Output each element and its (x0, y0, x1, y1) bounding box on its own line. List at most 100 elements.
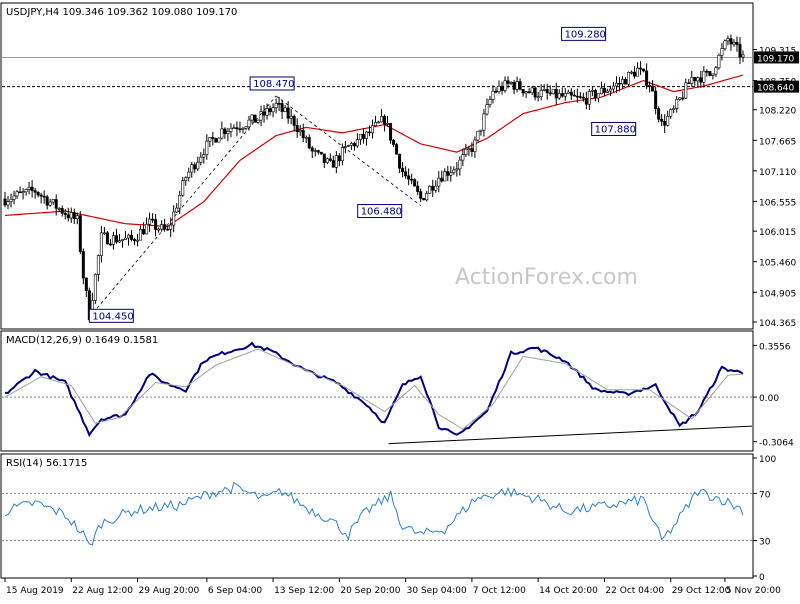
candle-body (599, 87, 603, 95)
candle-body (241, 127, 245, 130)
candle-body (223, 128, 227, 134)
candle-body (717, 54, 721, 69)
macd-axis-label: -0.3064 (759, 439, 794, 449)
candle-body (416, 185, 420, 192)
candle-body (506, 80, 510, 84)
candle-body (96, 255, 100, 275)
candle-body (527, 91, 531, 94)
candle-body (530, 87, 534, 94)
candle-body (705, 70, 709, 73)
candle-body (723, 40, 727, 49)
rsi-header: RSI(14) 56.1715 (6, 458, 87, 469)
candle-body (425, 193, 429, 201)
candle-body (346, 145, 350, 147)
candle-body (581, 96, 585, 99)
candle-body (518, 81, 522, 90)
candle-body (187, 171, 191, 178)
candle-body (69, 212, 73, 219)
macd-axis-label: 0.3556 (759, 342, 791, 352)
price-annotation-label: 106.480 (361, 207, 402, 218)
candle-body (602, 87, 606, 93)
candle-body (434, 185, 438, 191)
candle-body (72, 212, 76, 220)
candle-body (316, 150, 320, 153)
candle-body (51, 199, 55, 203)
price-axis-label: 104.905 (759, 289, 796, 299)
candle-body (621, 78, 625, 85)
x-axis-label: 13 Sep 12:00 (274, 586, 334, 596)
candle-body (377, 121, 381, 124)
price-axis-label: 106.015 (759, 228, 796, 238)
candle-body (563, 93, 567, 97)
candle-body (283, 107, 287, 112)
candle-body (370, 125, 374, 134)
candle-body (274, 103, 278, 108)
candle-body (367, 131, 371, 134)
candle-body (265, 108, 269, 116)
candle-body (732, 41, 736, 45)
price-annotation-label: 104.450 (92, 311, 133, 322)
macd-header: MACD(12,26,9) 0.1649 0.1581 (6, 335, 158, 346)
candle-body (548, 92, 552, 95)
candle-body (271, 107, 275, 113)
candle-body (63, 212, 67, 216)
price-axis-label: 104.365 (759, 319, 796, 329)
candle-body (642, 68, 646, 72)
candle-body (699, 77, 703, 83)
candle-body (262, 111, 266, 116)
candle-body (57, 208, 61, 210)
candle-body (419, 191, 423, 199)
candle-body (675, 99, 679, 109)
candle-body (684, 82, 688, 99)
candle-body (437, 177, 441, 187)
candle-body (322, 153, 326, 163)
candle-body (93, 274, 97, 301)
candle-body (509, 82, 513, 84)
candle-body (361, 134, 365, 139)
usdjpy-chart: ActionForex.com 104.450 108.470 106.480 109… (0, 0, 800, 600)
candle-body (232, 127, 236, 129)
candle-body (325, 158, 329, 163)
x-axis-label: 6 Sep 04:00 (208, 586, 263, 596)
candle-body (292, 115, 296, 126)
candle-body (9, 199, 13, 202)
candle-body (720, 48, 724, 56)
candle-body (611, 85, 615, 90)
chart-window: ActionForex.com 104.450 108.470 106.480 109… (0, 0, 800, 600)
candle-body (139, 229, 143, 241)
candle-body (364, 131, 368, 139)
candle-body (286, 107, 290, 119)
candle-body (566, 91, 570, 94)
candle-body (208, 137, 212, 142)
candle-body (142, 229, 146, 235)
candle-body (157, 228, 161, 231)
candle-body (431, 185, 435, 191)
candle-body (184, 177, 188, 181)
x-axis-label: 30 Sep 04:00 (407, 586, 467, 596)
candle-body (651, 85, 655, 92)
candle-body (214, 138, 218, 143)
candle-body (672, 108, 676, 110)
candle-body (485, 104, 489, 115)
candle-body (729, 38, 733, 45)
candle-body (512, 82, 516, 90)
macd-axis-label: 0.00 (759, 394, 779, 404)
candle-body (401, 167, 405, 173)
candle-body (398, 153, 402, 169)
candle-body (392, 139, 396, 145)
candle-body (358, 134, 362, 140)
candle-body (639, 67, 643, 70)
candle-body (666, 115, 670, 126)
candle-body (374, 122, 378, 126)
candle-body (455, 168, 459, 171)
candle-body (584, 97, 588, 105)
candle-body (81, 251, 85, 279)
candle-body (443, 171, 447, 182)
candle-body (572, 94, 576, 97)
x-axis-label: 20 Sep 20:00 (340, 586, 400, 596)
candle-body (657, 108, 661, 120)
candle-body (196, 161, 200, 170)
candle-body (190, 164, 194, 173)
candle-body (117, 240, 121, 243)
candle-body (524, 91, 528, 94)
